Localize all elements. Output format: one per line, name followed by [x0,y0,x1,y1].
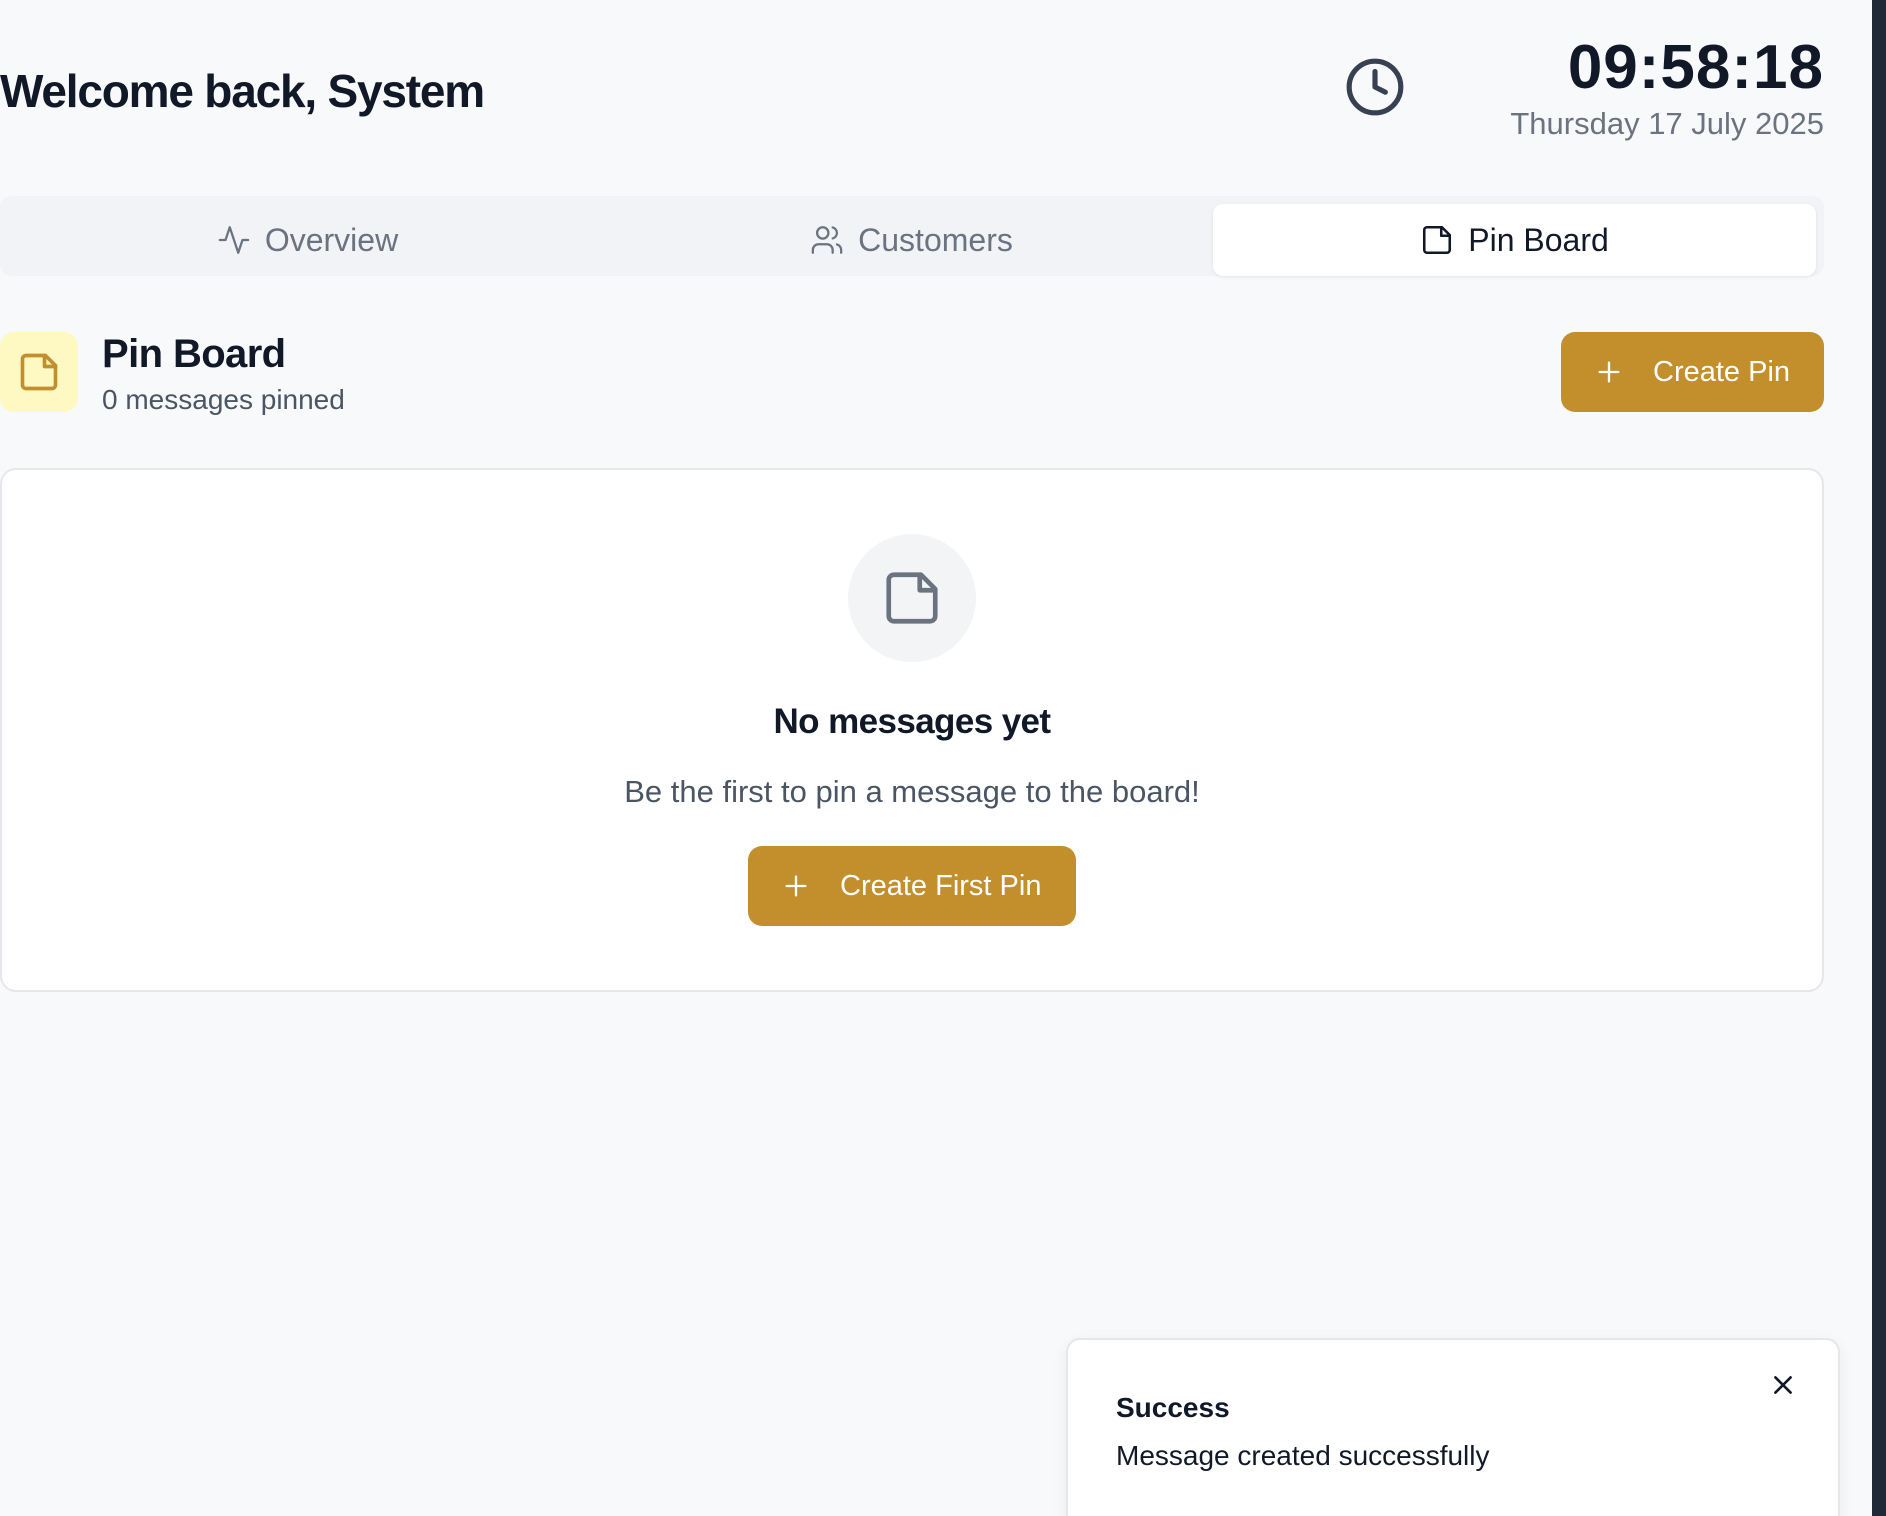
plus-icon [785,875,807,897]
sticky-note-icon [20,353,58,391]
pin-board-header: Pin Board 0 messages pinned Create Pin [0,332,1824,416]
toast-title: Success [1116,1392,1230,1423]
clock-icon [1346,58,1404,116]
dashboard-header: Welcome back, System 09:58:18 Thursday 1… [0,33,1824,144]
empty-state-title: No messages yet [773,702,1052,741]
empty-state-card: No messages yet Be the first to pin a me… [0,468,1824,992]
page: Welcome back, System 09:58:18 Thursday 1… [0,0,1886,1516]
create-pin-label: Create Pin [1653,355,1791,388]
success-toast: Success Message created successfully [1066,1338,1840,1516]
current-time: 09:58:18 [1567,33,1824,102]
toast-message: Message created successfully [1116,1440,1490,1471]
empty-state-icon-circle [848,534,976,662]
tab-overview[interactable]: Overview [6,204,609,276]
close-icon [1774,1376,1792,1394]
pin-board-badge [0,332,78,412]
plus-icon [1598,361,1620,383]
tab-pin-board[interactable]: Pin Board [1213,204,1816,276]
create-first-pin-label: Create First Pin [840,869,1042,902]
window-edge [1872,0,1886,1516]
tab-bar: Overview Customers Pin Board [0,196,1824,276]
section-title: Pin Board [102,332,286,376]
tab-customers-label: Customers [858,221,1013,258]
tab-overview-label: Overview [264,221,399,258]
create-pin-button[interactable]: Create Pin [1561,332,1824,412]
welcome-heading: Welcome back, System [0,65,485,117]
tab-pin-board-label: Pin Board [1468,221,1609,258]
empty-state-description: Be the first to pin a message to the boa… [624,774,1200,809]
clock-widget: 09:58:18 Thursday 17 July 2025 [1344,33,1824,144]
toast-close-button[interactable] [1766,1368,1800,1402]
current-date: Thursday 17 July 2025 [1510,106,1824,141]
sticky-note-icon [886,572,938,624]
users-icon [811,226,843,254]
create-first-pin-button[interactable]: Create First Pin [748,846,1076,926]
tab-customers[interactable]: Customers [610,204,1213,276]
activity-icon [218,226,250,254]
pinned-count: 0 messages pinned [102,384,345,415]
sticky-note-icon [1423,225,1452,255]
